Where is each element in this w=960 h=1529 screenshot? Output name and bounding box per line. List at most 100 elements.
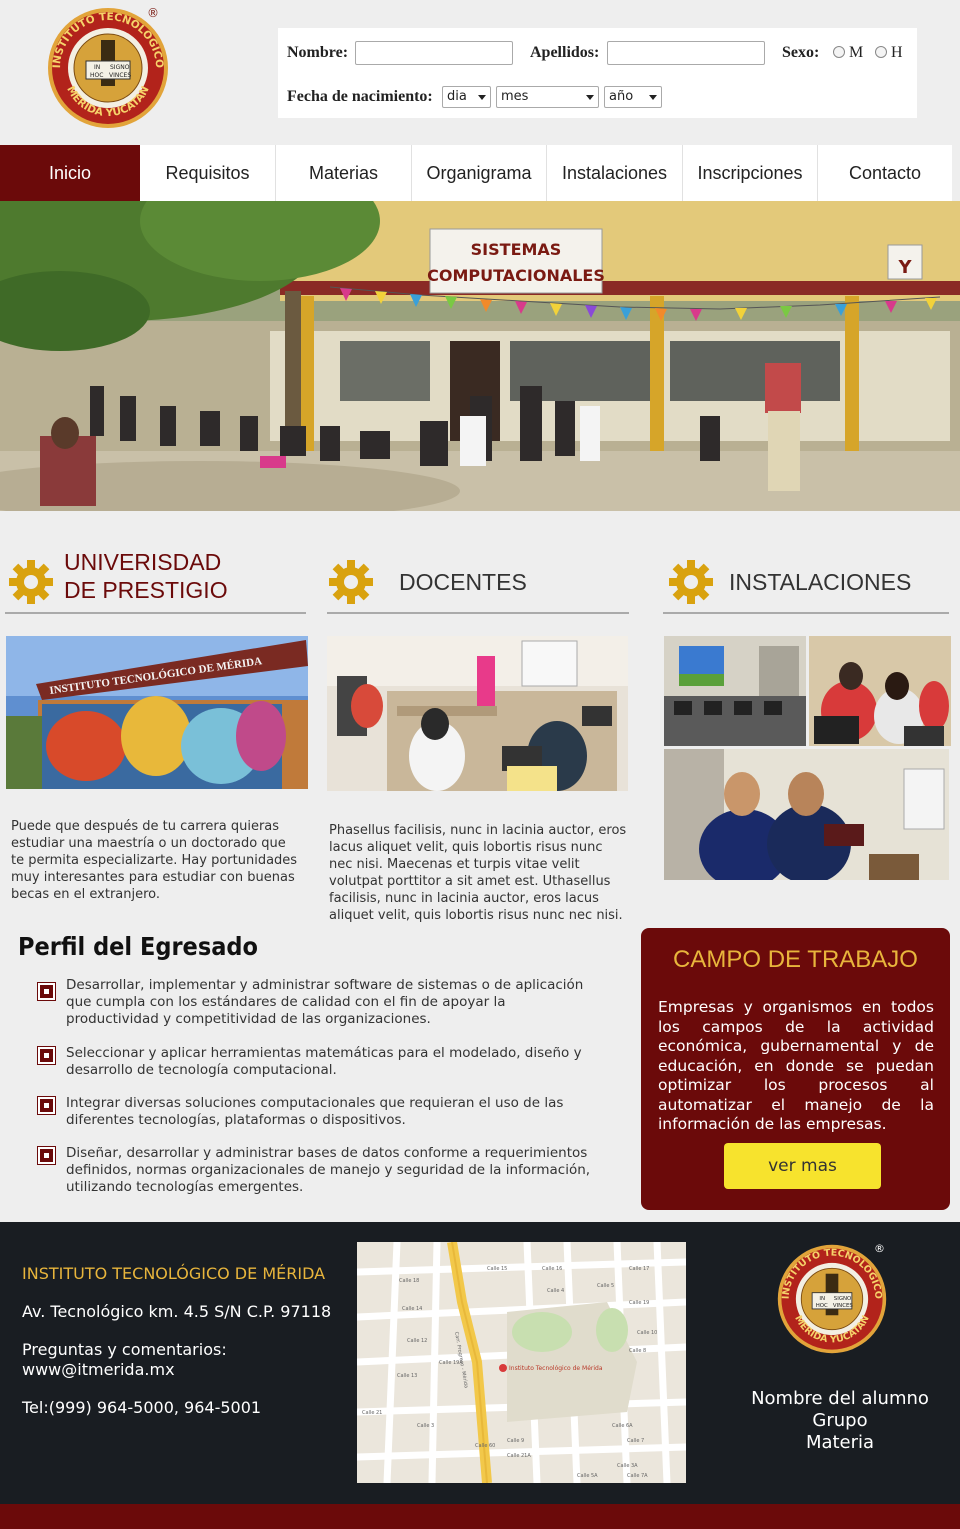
- map-street-label: Calle 21: [362, 1410, 382, 1416]
- dropdown-arrow-icon: [586, 95, 594, 100]
- docentes-text: Phasellus facilisis, nunc in lacinia auc…: [329, 823, 627, 923]
- nombre-input[interactable]: [355, 41, 513, 65]
- mes-select[interactable]: mes: [496, 86, 599, 108]
- footer-group: Grupo: [812, 1410, 868, 1431]
- campo-de-trabajo-card: CAMPO DE TRABAJO Empresas y organismos e…: [641, 928, 950, 1210]
- footer-institute-name: INSTITUTO TECNOLÓGICO DE MÉRIDA: [22, 1264, 326, 1283]
- logo-inner-text-vinces: VINCES: [109, 72, 131, 79]
- map-street-label: Calle 12: [407, 1338, 427, 1344]
- logo-inner-text-in: IN: [94, 64, 100, 71]
- dia-select[interactable]: dia: [442, 86, 491, 108]
- map-street-label: Calle 10: [637, 1330, 657, 1336]
- ver-mas-button[interactable]: ver mas: [724, 1143, 881, 1189]
- sexo-label: Sexo:: [782, 44, 820, 61]
- fecha-label: Fecha de nacimiento:: [287, 88, 433, 105]
- map-street-label: Calle 9: [507, 1438, 524, 1444]
- map-street-label: Calle 16: [542, 1266, 562, 1272]
- sexo-m-radio[interactable]: [833, 46, 845, 58]
- nav-item-requisitos[interactable]: Requisitos: [140, 145, 276, 201]
- apellidos-label: Apellidos:: [530, 44, 600, 61]
- map-street-label: Calle 17: [629, 1266, 649, 1272]
- logo-inner-text-hoc: HOC: [816, 1303, 828, 1309]
- hero-building-letter: Y: [897, 257, 912, 278]
- perfil-item: Diseñar, desarrollar y administrar bases…: [66, 1145, 591, 1195]
- section-divider: [663, 612, 949, 614]
- campo-title: CAMPO DE TRABAJO: [673, 946, 918, 973]
- apellidos-input[interactable]: [607, 41, 765, 65]
- sexo-h-radio[interactable]: [875, 46, 887, 58]
- footer-subject: Materia: [805, 1432, 875, 1453]
- nav-item-inscripciones[interactable]: Inscripciones: [683, 145, 818, 201]
- map-street-label: Calle 19: [629, 1300, 649, 1306]
- anio-select[interactable]: año: [604, 86, 662, 108]
- perfil-item: Integrar diversas soluciones computacion…: [66, 1095, 564, 1128]
- logo-inner-text-vinces: VINCES: [833, 1303, 854, 1309]
- map-street-label: Calle 13: [397, 1373, 417, 1379]
- logo-inner-text-signo: SIGNO: [834, 1296, 852, 1302]
- nav-item-organigrama[interactable]: Organigrama: [412, 145, 547, 201]
- nav-item-instalaciones[interactable]: Instalaciones: [547, 145, 683, 201]
- main-nav: Inicio Requisitos Materias Organigrama I…: [0, 145, 952, 201]
- gear-icon: [669, 560, 713, 604]
- nav-item-inicio[interactable]: Inicio: [0, 145, 140, 201]
- nav-item-materias[interactable]: Materias: [276, 145, 412, 201]
- footer-student-name: Nombre del alumno: [751, 1388, 929, 1409]
- map-street-label: Calle 8: [629, 1348, 646, 1354]
- section-divider: [5, 612, 306, 614]
- perfil-title: Perfil del Egresado: [18, 932, 258, 961]
- dia-select-value: dia: [447, 89, 467, 104]
- nav-item-contacto[interactable]: Contacto: [818, 145, 952, 201]
- docentes-photo: [327, 636, 628, 791]
- footer-registered-mark: ®: [874, 1242, 885, 1255]
- registered-mark: ®: [147, 6, 159, 20]
- map-street-label: Calle 7A: [627, 1473, 648, 1479]
- logo-inner-text-in: IN: [819, 1296, 825, 1302]
- dropdown-arrow-icon: [649, 95, 657, 100]
- anio-select-value: año: [609, 89, 634, 104]
- bullet-icon: [37, 1046, 56, 1065]
- footer-phone: Tel:(999) 964-5000, 964-5001: [22, 1398, 262, 1417]
- footer-questions-label: Preguntas y comentarios:: [22, 1340, 227, 1359]
- gear-icon: [9, 560, 53, 604]
- instalaciones-photo-students: [809, 636, 951, 746]
- campo-text: Empresas y organismos en todos los campo…: [658, 998, 934, 1133]
- hero-sign-line1: SISTEMAS: [471, 240, 562, 259]
- map-street-label: Calle 3A: [617, 1463, 638, 1469]
- map-street-label: Calle 6A: [612, 1423, 633, 1429]
- map-street-label: Calle 5A: [577, 1473, 598, 1479]
- universidad-text: Puede que después de tu carrera quieras …: [11, 819, 298, 902]
- location-map[interactable]: Instituto Tecnológico de Mérida Calle 15…: [357, 1242, 686, 1483]
- map-street-label: Calle 4: [547, 1288, 564, 1294]
- logo-inner-text-hoc: HOC: [90, 72, 103, 79]
- section-divider: [327, 612, 629, 614]
- bullet-icon: [37, 1096, 56, 1115]
- institute-logo[interactable]: IN SIGNO HOC VINCES INSTITUTO TECNOLOGIC…: [46, 6, 170, 130]
- footer-web-link[interactable]: www@itmerida.mx: [22, 1360, 175, 1380]
- map-street-label: Calle 3: [417, 1423, 434, 1429]
- sexo-m-label: M: [849, 44, 864, 61]
- section-title-instalaciones: INSTALACIONES: [729, 569, 912, 595]
- map-pin-label: Instituto Tecnológico de Mérida: [509, 1365, 603, 1372]
- sexo-h-label: H: [891, 44, 903, 61]
- section-title-universidad-line1: UNIVERISDAD: [64, 549, 222, 575]
- footer-logo: IN SIGNO HOC VINCES INSTITUTO TECNOLOGIC…: [776, 1243, 888, 1355]
- mes-select-value: mes: [501, 89, 529, 104]
- map-street-label: Calle 5: [597, 1283, 614, 1289]
- map-street-label: Calle 7: [627, 1438, 644, 1444]
- map-street-label: Calle 21A: [507, 1453, 531, 1459]
- section-title-universidad-line2: DE PRESTIGIO: [64, 577, 228, 603]
- perfil-item: Seleccionar y aplicar herramientas matem…: [66, 1045, 582, 1078]
- dropdown-arrow-icon: [478, 95, 486, 100]
- hero-image: SISTEMAS COMPUTACIONALES Y: [0, 201, 960, 511]
- hero-sign-line2: COMPUTACIONALES: [427, 266, 605, 285]
- map-street-label: Calle 60: [475, 1443, 495, 1449]
- instalaciones-photo-lab: [664, 636, 806, 746]
- footer-bottom-bar: [0, 1504, 960, 1529]
- nombre-label: Nombre:: [287, 44, 349, 61]
- map-street-label: Calle 18: [399, 1278, 419, 1284]
- perfil-item: Desarrollar, implementar y administrar s…: [66, 977, 584, 1027]
- gear-icon: [329, 560, 373, 604]
- registration-form: Nombre: Apellidos: Sexo: M H Fecha de na…: [278, 28, 917, 118]
- instalaciones-photo-lab-equipment: [664, 749, 949, 880]
- section-title-docentes: DOCENTES: [399, 569, 527, 595]
